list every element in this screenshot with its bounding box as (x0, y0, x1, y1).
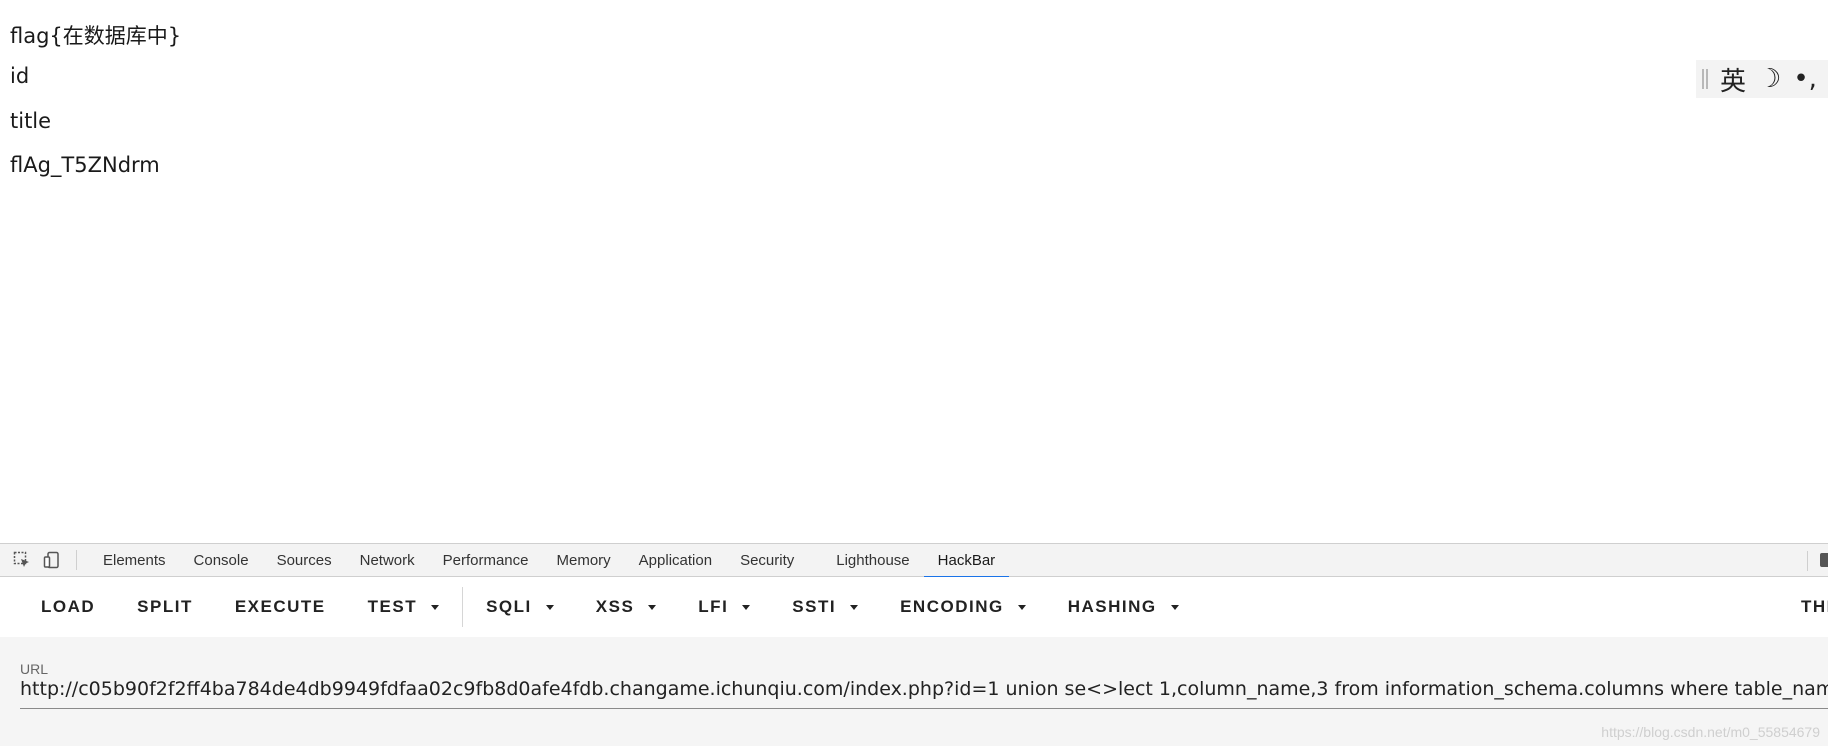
ssti-menu-button[interactable]: SSTI (771, 577, 879, 637)
url-field-container: URL http://c05b90f2f2ff4ba784de4db9949fd… (0, 637, 1828, 746)
xss-menu-button[interactable]: XSS (575, 577, 678, 637)
sqli-menu-button[interactable]: SQLI (465, 577, 575, 637)
test-menu-button[interactable]: TEST (347, 577, 460, 637)
url-input[interactable]: http://c05b90f2f2ff4ba784de4db9949fdfaa0… (20, 678, 1828, 709)
tab-elements[interactable]: Elements (89, 544, 180, 577)
punctuation-icon[interactable]: •, (1793, 64, 1817, 94)
split-button-label: SPLIT (137, 597, 193, 616)
hashing-menu-label: HASHING (1067, 597, 1157, 616)
tab-security[interactable]: Security (726, 544, 808, 577)
tab-hackbar[interactable]: HackBar (923, 544, 1010, 578)
load-button[interactable]: LOAD (0, 577, 116, 637)
watermark: https://blog.csdn.net/m0_55854679 (1601, 724, 1820, 740)
caret-down-icon (545, 604, 554, 610)
ime-toolbar[interactable]: 英 ☽ •, (1696, 60, 1828, 98)
page-line-table-name: flAg_T5ZNdrm (10, 153, 160, 177)
ssti-menu-label: SSTI (792, 597, 837, 616)
caret-down-icon (850, 604, 859, 610)
caret-down-icon (1017, 604, 1026, 610)
theme-menu-label: THEM (1801, 597, 1828, 616)
device-toggle-icon[interactable] (42, 550, 62, 570)
caret-down-icon (431, 604, 440, 610)
tab-console[interactable]: Console (180, 544, 263, 577)
load-button-label: LOAD (41, 597, 96, 616)
encoding-menu-button[interactable]: ENCODING (879, 577, 1047, 637)
tab-lighthouse[interactable]: Lighthouse (822, 544, 923, 577)
devtools-panel: Elements Console Sources Network Perform… (0, 543, 1828, 746)
sqli-menu-label: SQLI (486, 597, 532, 616)
encoding-menu-label: ENCODING (900, 597, 1004, 616)
toolbar-divider (462, 587, 464, 627)
caret-down-icon (742, 604, 751, 610)
settings-icon[interactable] (1820, 553, 1828, 567)
page-line-title: title (10, 109, 52, 133)
url-label: URL (20, 661, 49, 677)
tab-separator-right (1807, 551, 1808, 571)
hackbar-toolbar: LOAD SPLIT EXECUTE TEST SQLI XSS LFI SST… (0, 577, 1828, 637)
tab-memory[interactable]: Memory (543, 544, 625, 577)
tab-performance[interactable]: Performance (429, 544, 543, 577)
ime-language-toggle[interactable]: 英 (1720, 61, 1746, 98)
inspect-element-icon[interactable] (12, 550, 32, 570)
lfi-menu-label: LFI (698, 597, 729, 616)
caret-down-icon (648, 604, 657, 610)
tab-network[interactable]: Network (346, 544, 429, 577)
tab-sources[interactable]: Sources (263, 544, 346, 577)
grip-icon[interactable] (1702, 69, 1708, 89)
execute-button[interactable]: EXECUTE (214, 577, 347, 637)
devtools-tabbar: Elements Console Sources Network Perform… (0, 543, 1828, 578)
tab-separator (76, 550, 77, 570)
theme-menu-button[interactable]: THEM (1780, 577, 1828, 637)
page-line-flag-hint: flag{在数据库中} (10, 24, 182, 48)
moon-icon[interactable]: ☽ (1758, 64, 1781, 94)
test-menu-label: TEST (367, 597, 418, 616)
page-line-id: id (10, 64, 30, 88)
tab-application[interactable]: Application (625, 544, 726, 577)
page-content: flag{在数据库中} id title flAg_T5ZNdrm 英 ☽ •, (0, 0, 1828, 543)
split-button[interactable]: SPLIT (116, 577, 214, 637)
hashing-menu-button[interactable]: HASHING (1047, 577, 1200, 637)
execute-button-label: EXECUTE (234, 597, 326, 616)
lfi-menu-button[interactable]: LFI (677, 577, 771, 637)
caret-down-icon (1170, 604, 1179, 610)
xss-menu-label: XSS (595, 597, 635, 616)
